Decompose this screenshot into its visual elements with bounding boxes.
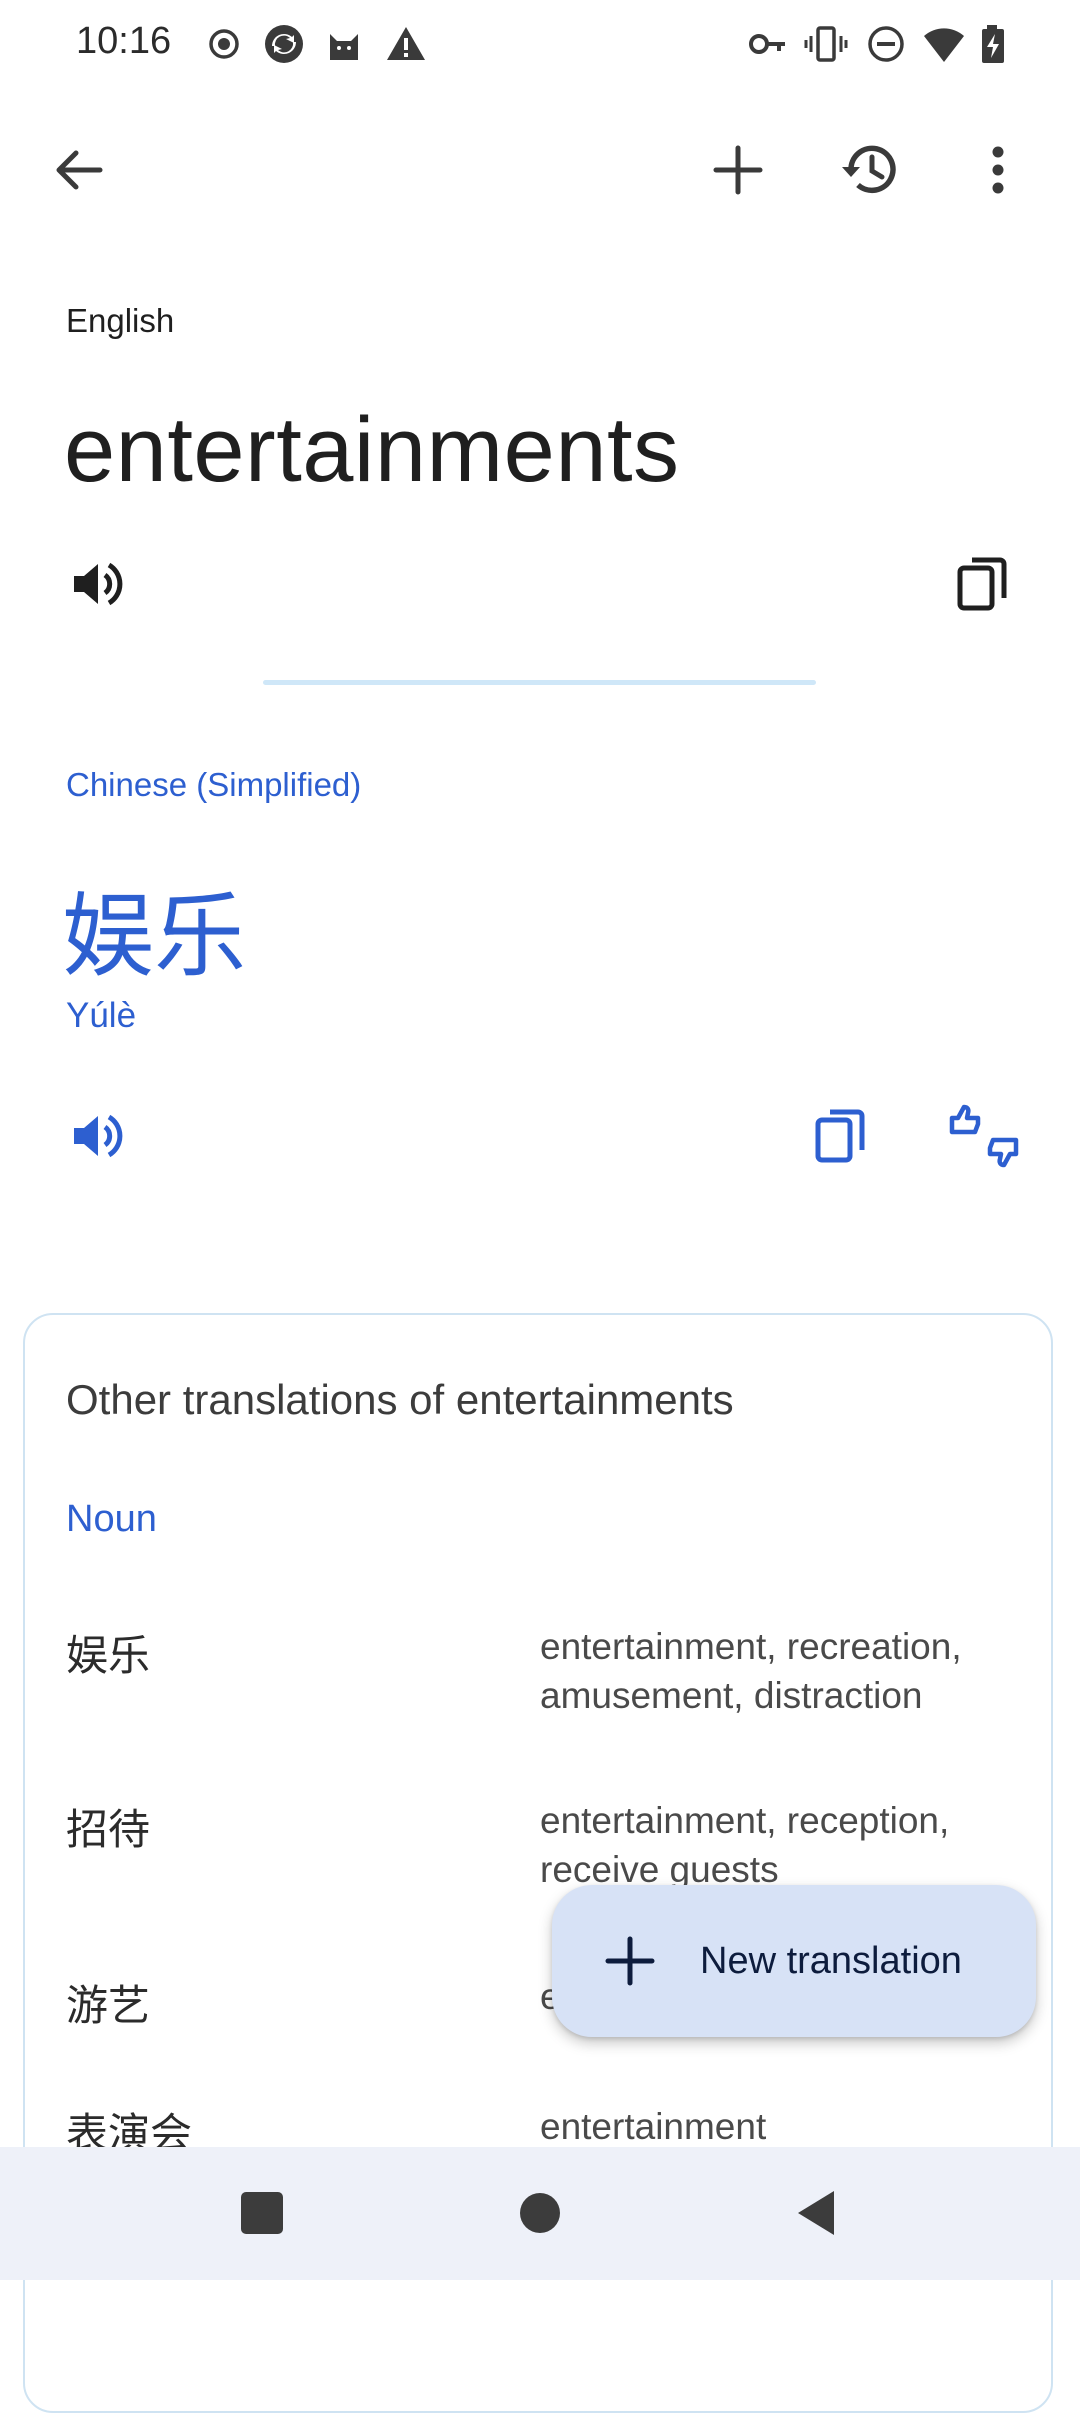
part-of-speech-label: Noun — [66, 1498, 157, 1540]
back-button[interactable] — [30, 122, 126, 218]
translation-row-synonyms[interactable]: entertainment — [540, 2102, 1030, 2151]
status-bar: 10:16 — [0, 0, 1080, 90]
other-translations-title: Other translations of entertainments — [66, 1376, 734, 1423]
copy-icon — [815, 1109, 865, 1163]
copy-icon — [957, 557, 1007, 611]
vpn-key-icon — [746, 22, 790, 66]
thumbs-up-down-icon — [949, 1104, 1019, 1168]
battery-charging-icon — [972, 22, 1016, 66]
translation-row-word[interactable]: 娱乐 — [66, 1622, 150, 1683]
add-icon — [713, 145, 763, 195]
transliteration-text: Yúlè — [66, 996, 137, 1035]
history-button[interactable] — [822, 122, 918, 218]
source-text[interactable]: entertainments — [64, 398, 680, 503]
back-arrow-icon — [56, 150, 103, 190]
back-triangle-icon — [798, 2191, 834, 2235]
new-translation-button[interactable]: New translation — [552, 1885, 1036, 2037]
source-copy-button[interactable] — [934, 536, 1030, 632]
back-nav-button[interactable] — [768, 2165, 864, 2261]
source-listen-button[interactable] — [48, 536, 144, 632]
speaker-icon — [74, 1114, 123, 1158]
translation-row-synonyms[interactable]: entertainment, recreation, amusement, di… — [540, 1622, 1030, 1720]
history-icon — [842, 145, 896, 194]
recents-button[interactable] — [214, 2165, 310, 2261]
translation-row-word[interactable]: 招待 — [66, 1796, 150, 1857]
add-icon — [605, 1936, 655, 1986]
section-divider — [263, 680, 816, 685]
cat-icon — [322, 22, 366, 66]
record-icon — [202, 22, 246, 66]
sync-icon — [262, 22, 306, 66]
dnd-icon — [864, 22, 908, 66]
target-listen-button[interactable] — [48, 1088, 144, 1184]
navigation-bar — [0, 2147, 1080, 2280]
more-vert-icon — [992, 146, 1004, 194]
translated-text[interactable]: 娱乐 — [62, 862, 246, 995]
status-time: 10:16 — [76, 20, 172, 62]
translation-row-synonyms[interactable]: entertainment, reception, receive guests — [540, 1796, 1030, 1894]
translation-row-word[interactable]: 游艺 — [66, 1972, 150, 2033]
new-translation-label: New translation — [700, 1939, 962, 1982]
warning-icon — [384, 22, 428, 66]
recents-square-icon — [241, 2192, 283, 2234]
target-language-label[interactable]: Chinese (Simplified) — [66, 766, 361, 804]
target-copy-button[interactable] — [792, 1088, 888, 1184]
speaker-icon — [74, 562, 123, 606]
rate-translation-button[interactable] — [936, 1088, 1032, 1184]
more-options-button[interactable] — [950, 122, 1046, 218]
wifi-icon — [922, 22, 966, 66]
vibrate-icon — [804, 22, 848, 66]
home-circle-icon — [520, 2193, 560, 2233]
add-button[interactable] — [690, 122, 786, 218]
home-button[interactable] — [492, 2165, 588, 2261]
source-language-label[interactable]: English — [66, 302, 174, 340]
